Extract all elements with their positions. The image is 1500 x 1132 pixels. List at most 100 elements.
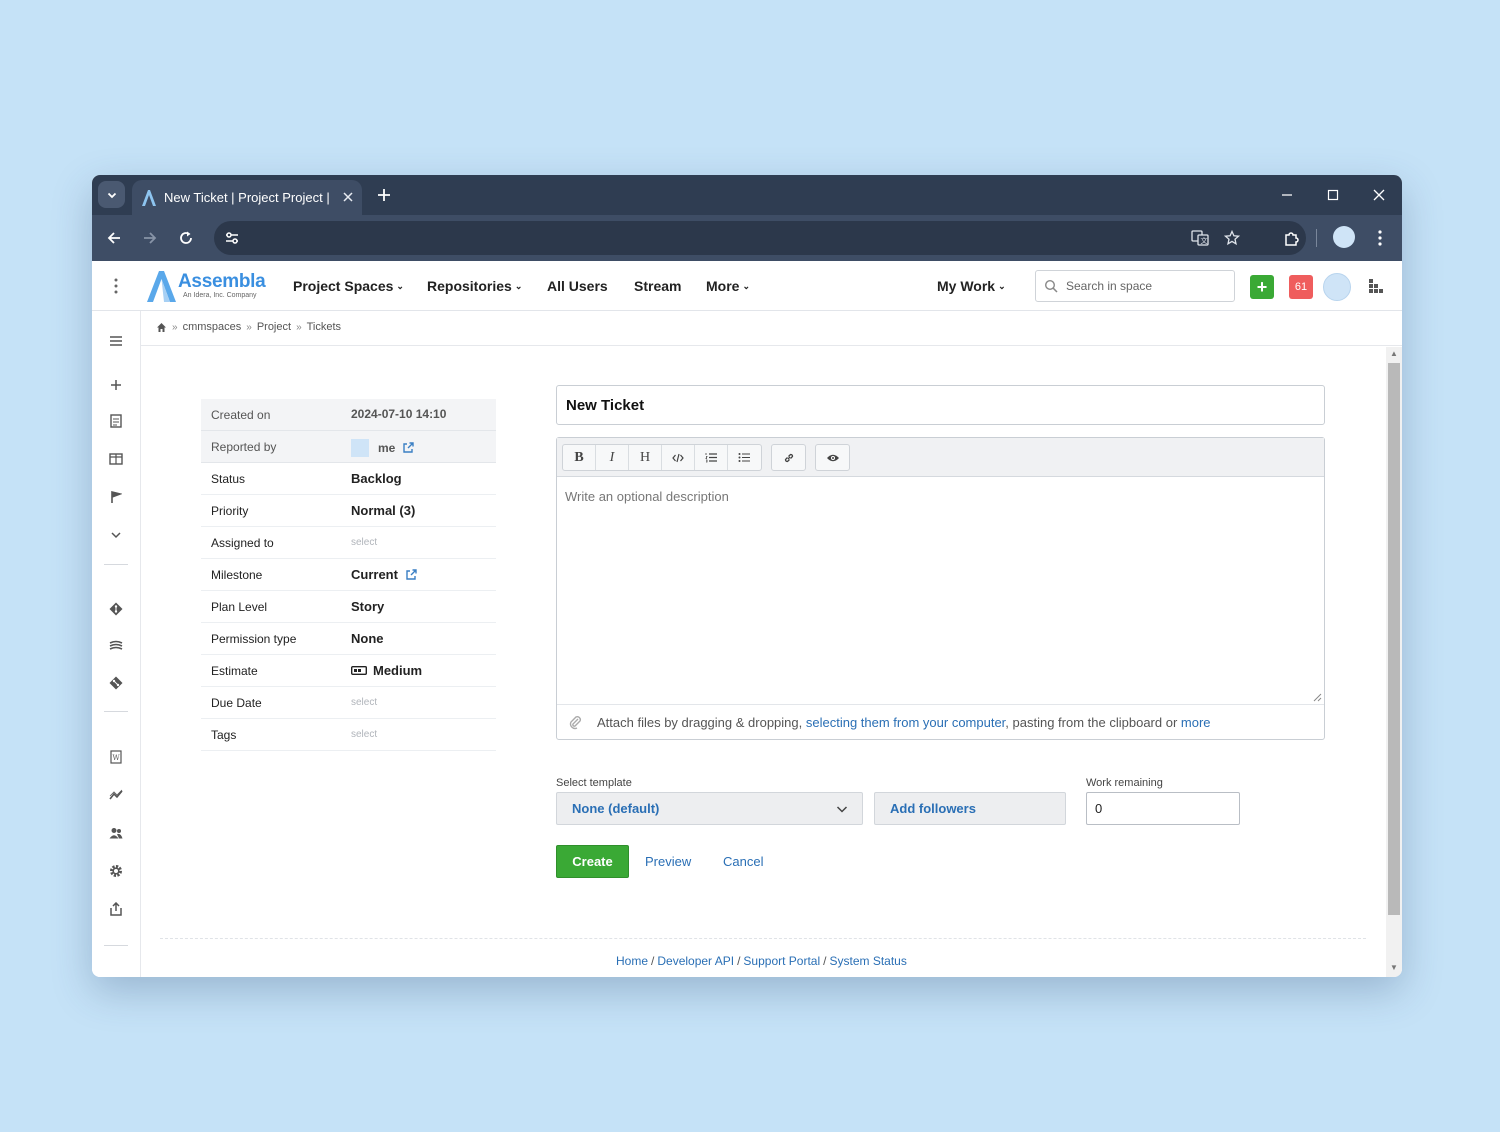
external-link-icon[interactable] — [405, 568, 417, 581]
breadcrumb-item-cmmspaces[interactable]: cmmspaces — [183, 321, 242, 333]
template-select[interactable]: None (default) — [556, 792, 863, 825]
external-link-icon[interactable] — [402, 442, 415, 454]
flag-icon[interactable] — [106, 487, 126, 507]
scrollbar-thumb[interactable] — [1388, 363, 1400, 915]
prop-select-placeholder[interactable]: select — [351, 729, 377, 740]
git-repo-icon[interactable] — [106, 673, 126, 693]
share-icon[interactable] — [106, 899, 126, 919]
prop-plan-level[interactable]: Plan Level Story — [201, 591, 496, 623]
prop-value[interactable]: Current — [351, 567, 417, 582]
footer-home-link[interactable]: Home — [616, 954, 648, 968]
git-repo-icon[interactable] — [106, 599, 126, 619]
nav-more[interactable]: More ⌄ — [706, 278, 750, 294]
reload-button[interactable] — [172, 224, 200, 252]
italic-button[interactable]: I — [596, 445, 629, 470]
footer-system-status-link[interactable]: System Status — [829, 954, 906, 968]
resize-grip-icon[interactable] — [1313, 693, 1322, 702]
new-tab-button[interactable] — [372, 183, 396, 207]
wiki-icon[interactable]: W — [106, 747, 126, 767]
prop-priority[interactable]: Priority Normal (3) — [201, 495, 496, 527]
notifications-badge[interactable]: 61 — [1289, 275, 1313, 299]
browser-menu-button[interactable] — [1366, 224, 1394, 252]
estimate-value[interactable]: Medium — [373, 663, 422, 678]
assembla-logo[interactable]: Assembla An Idera, Inc. Company — [146, 269, 266, 303]
breadcrumb-item-project[interactable]: Project — [257, 321, 291, 333]
prop-due-date[interactable]: Due Date select — [201, 687, 496, 719]
search-input[interactable] — [1066, 277, 1226, 295]
site-info-button[interactable] — [220, 226, 244, 250]
user-avatar[interactable] — [1323, 273, 1351, 301]
select-files-link[interactable]: selecting them from your computer — [806, 715, 1005, 730]
nav-project-spaces[interactable]: Project Spaces ⌄ — [293, 278, 404, 294]
preview-link[interactable]: Preview — [645, 854, 691, 869]
prop-assigned-to[interactable]: Assigned to select — [201, 527, 496, 559]
close-window-button[interactable] — [1365, 183, 1393, 207]
preview-toggle-button[interactable] — [816, 445, 849, 470]
footer-developer-api-link[interactable]: Developer API — [657, 954, 734, 968]
prop-milestone[interactable]: Milestone Current — [201, 559, 496, 591]
ordered-list-button[interactable] — [695, 445, 728, 470]
nav-stream[interactable]: Stream — [634, 278, 681, 294]
bullet-list-button[interactable] — [728, 445, 761, 470]
profile-avatar-button[interactable] — [1333, 226, 1355, 248]
app-menu-button[interactable] — [107, 276, 125, 296]
prop-value[interactable]: Normal (3) — [351, 503, 415, 518]
create-new-button[interactable]: + — [1250, 275, 1274, 299]
minimize-button[interactable] — [1273, 183, 1301, 207]
footer-support-portal-link[interactable]: Support Portal — [743, 954, 820, 968]
add-icon[interactable] — [106, 375, 126, 395]
heading-button[interactable]: H — [629, 445, 662, 470]
scroll-up-arrow-icon[interactable]: ▲ — [1389, 349, 1399, 359]
translate-button[interactable]: 文 — [1188, 226, 1212, 250]
nav-all-users[interactable]: All Users — [547, 278, 608, 294]
breadcrumb-item-tickets[interactable]: Tickets — [307, 321, 341, 333]
attach-more-link[interactable]: more — [1181, 715, 1211, 730]
maximize-button[interactable] — [1319, 183, 1347, 207]
back-button[interactable] — [100, 224, 128, 252]
apps-grid-icon[interactable] — [1368, 278, 1384, 294]
document-icon[interactable] — [106, 411, 126, 431]
users-icon[interactable] — [106, 823, 126, 843]
chart-line-icon[interactable] — [106, 785, 126, 805]
home-icon[interactable] — [156, 322, 167, 333]
prop-value[interactable]: Medium — [351, 663, 422, 678]
chevron-down-icon[interactable] — [106, 525, 126, 545]
address-bar[interactable]: 文 — [214, 221, 1306, 255]
prop-permission-type[interactable]: Permission type None — [201, 623, 496, 655]
description-textarea[interactable] — [557, 478, 1324, 704]
code-button[interactable] — [662, 445, 695, 470]
milestone-name[interactable]: Current — [351, 567, 398, 582]
link-button[interactable] — [772, 445, 805, 470]
prop-estimate[interactable]: Estimate Medium — [201, 655, 496, 687]
prop-value[interactable]: Story — [351, 599, 384, 614]
browser-tab-active[interactable]: New Ticket | Project Project | Assembla — [132, 180, 362, 215]
prop-tags[interactable]: Tags select — [201, 719, 496, 751]
prop-select-placeholder[interactable]: select — [351, 537, 377, 548]
tab-close-icon[interactable] — [338, 187, 358, 207]
menu-icon[interactable] — [106, 331, 126, 351]
forward-button[interactable] — [136, 224, 164, 252]
nav-repositories[interactable]: Repositories ⌄ — [427, 278, 522, 294]
create-button[interactable]: Create — [556, 845, 629, 878]
scroll-down-arrow-icon[interactable]: ▼ — [1389, 963, 1399, 973]
svn-repo-icon[interactable] — [106, 636, 126, 656]
ordered-list-icon — [704, 453, 717, 463]
prop-select-placeholder[interactable]: select — [351, 697, 377, 708]
prop-value[interactable]: Backlog — [351, 471, 402, 486]
board-icon[interactable] — [106, 449, 126, 469]
reporter-name[interactable]: me — [378, 441, 395, 455]
ticket-title-input[interactable] — [556, 385, 1325, 425]
gear-icon[interactable] — [106, 861, 126, 881]
prop-value[interactable]: None — [351, 631, 384, 646]
prop-status[interactable]: Status Backlog — [201, 463, 496, 495]
bookmark-button[interactable] — [1220, 226, 1244, 250]
work-remaining-input[interactable] — [1086, 792, 1240, 825]
tab-search-button[interactable] — [98, 181, 125, 208]
extensions-button[interactable] — [1277, 224, 1305, 252]
add-followers-button[interactable]: Add followers — [874, 792, 1066, 825]
more-vert-icon — [1378, 230, 1382, 246]
cancel-link[interactable]: Cancel — [723, 854, 763, 869]
nav-my-work[interactable]: My Work ⌄ — [937, 278, 1006, 294]
minimize-icon — [1282, 194, 1292, 196]
bold-button[interactable]: B — [563, 445, 596, 470]
